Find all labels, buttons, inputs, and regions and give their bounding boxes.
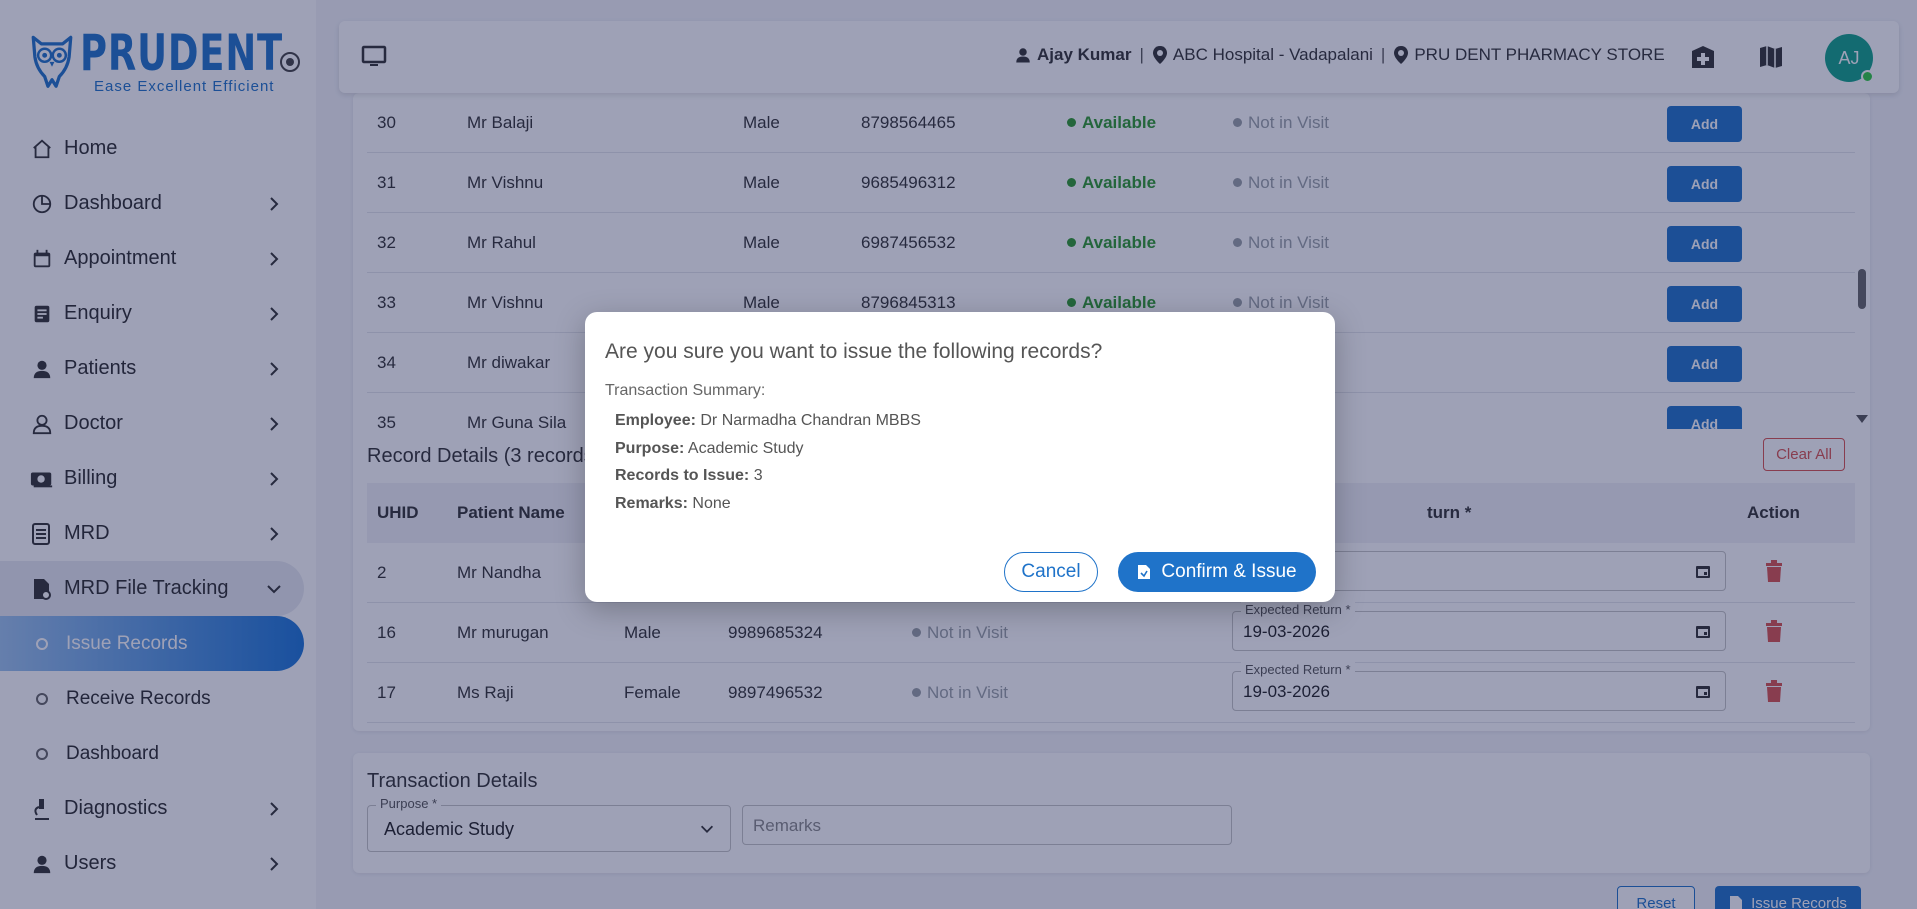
employee-value: Dr Narmadha Chandran MBBS: [700, 412, 921, 429]
records-value: 3: [753, 467, 763, 484]
summary-employee: Employee: Dr Narmadha Chandran MBBS: [615, 412, 921, 430]
remarks-value: None: [692, 495, 731, 512]
dialog-title: Are you sure you want to issue the follo…: [605, 340, 1103, 363]
purpose-label: Purpose:: [615, 440, 685, 457]
records-label: Records to Issue:: [615, 467, 750, 484]
remarks-label: Remarks:: [615, 495, 688, 512]
employee-label: Employee:: [615, 412, 696, 429]
confirm-issue-label: Confirm & Issue: [1161, 561, 1297, 582]
confirm-issue-button[interactable]: Confirm & Issue: [1118, 552, 1316, 592]
cancel-button[interactable]: Cancel: [1004, 552, 1098, 592]
summary-remarks: Remarks: None: [615, 495, 731, 513]
purpose-value: Academic Study: [687, 440, 804, 457]
file-icon: [1138, 565, 1151, 579]
summary-purpose: Purpose: Academic Study: [615, 440, 804, 458]
transaction-summary-label: Transaction Summary:: [605, 382, 766, 399]
confirm-issue-dialog: Are you sure you want to issue the follo…: [585, 312, 1335, 602]
summary-records: Records to Issue: 3: [615, 467, 763, 485]
